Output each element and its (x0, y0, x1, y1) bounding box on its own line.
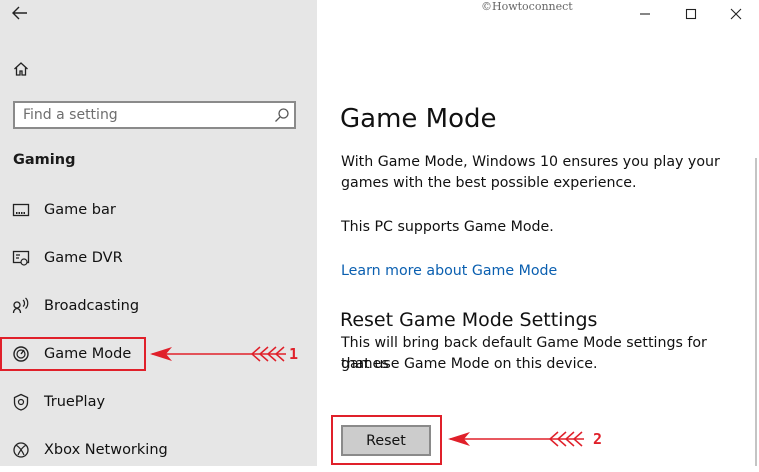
reset-section-title: Reset Game Mode Settings (340, 309, 598, 331)
scrollbar[interactable] (755, 158, 757, 466)
broadcasting-icon (11, 296, 31, 316)
sidebar-item-game-bar[interactable]: Game bar (0, 188, 317, 232)
sidebar-item-trueplay[interactable]: TruePlay (0, 380, 317, 424)
annotation-highlight-reset (331, 415, 442, 465)
page-title: Game Mode (340, 104, 497, 134)
back-arrow-icon[interactable] (8, 2, 32, 24)
description-line-1: With Game Mode, Windows 10 ensures you p… (341, 154, 720, 170)
annotation-number-2: 2 (593, 430, 603, 448)
settings-sidebar: Gaming Game bar Game DVR Broadcasting Ga… (0, 0, 317, 466)
xbox-networking-icon (11, 440, 31, 460)
trueplay-icon (11, 392, 31, 412)
minimize-icon[interactable] (622, 0, 668, 28)
game-bar-icon (11, 200, 31, 220)
reset-description-line-2: that use Game Mode on this device. (341, 356, 598, 372)
close-icon[interactable] (713, 0, 759, 28)
sidebar-item-game-dvr[interactable]: Game DVR (0, 236, 317, 280)
annotation-highlight-game-mode (0, 337, 146, 371)
annotation-arrow-2 (448, 431, 584, 447)
maximize-icon[interactable] (668, 0, 714, 28)
sidebar-item-label: TruePlay (44, 394, 106, 410)
sidebar-item-broadcasting[interactable]: Broadcasting (0, 284, 317, 328)
find-setting-search-box[interactable] (13, 101, 296, 129)
sidebar-item-xbox-networking[interactable]: Xbox Networking (0, 428, 317, 472)
sidebar-item-label: Game DVR (44, 250, 123, 266)
annotation-number-1: 1 (289, 345, 299, 363)
support-status-text: This PC supports Game Mode. (341, 219, 554, 235)
sidebar-item-label: Game bar (44, 202, 116, 218)
game-dvr-icon (11, 248, 31, 268)
learn-more-link[interactable]: Learn more about Game Mode (341, 261, 557, 282)
home-icon[interactable] (10, 58, 32, 80)
watermark-text: ©Howtoconnect (481, 0, 573, 13)
sidebar-item-label: Broadcasting (44, 298, 140, 314)
annotation-arrow-1 (150, 346, 286, 362)
search-icon[interactable] (274, 107, 290, 123)
sidebar-item-label: Xbox Networking (44, 442, 168, 458)
search-input[interactable] (23, 105, 263, 125)
section-title-gaming: Gaming (13, 152, 76, 168)
description-line-2: games with the best possible experience. (341, 175, 637, 191)
